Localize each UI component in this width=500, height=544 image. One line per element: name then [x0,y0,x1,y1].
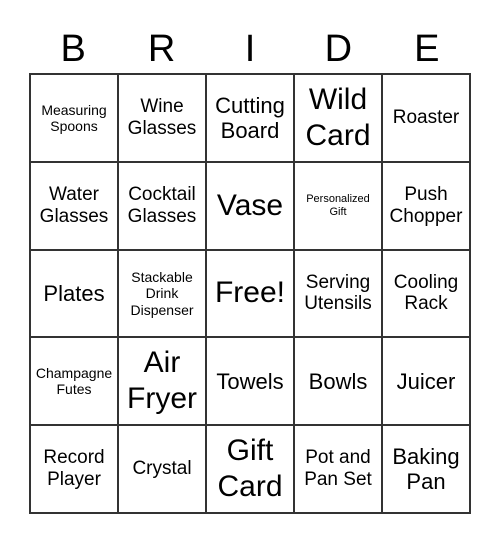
bingo-cell[interactable]: Champagne Futes [30,337,118,426]
bingo-cell[interactable]: Cocktail Glasses [118,161,206,250]
bingo-cell[interactable]: Roaster [382,74,470,162]
bingo-cell[interactable]: Bowls [294,337,382,426]
bingo-cell[interactable]: Crystal [118,425,206,513]
header-letter-i: I [244,28,256,70]
header-letter-d: D [324,28,353,70]
header-letter-e: E [414,28,440,70]
bingo-cell[interactable]: Wine Glasses [118,74,206,162]
bingo-cell[interactable]: Pot and Pan Set [294,425,382,513]
bingo-cell[interactable]: Measuring Spoons [30,74,118,162]
bingo-cell[interactable]: Push Chopper [382,161,470,250]
bingo-cell[interactable]: Serving Utensils [294,249,382,338]
bingo-cell[interactable]: Water Glasses [30,161,118,250]
bingo-cell[interactable]: Gift Card [206,425,294,513]
bingo-cell[interactable]: Personalized Gift [294,161,382,250]
bingo-cell[interactable]: Towels [206,337,294,426]
bingo-header: B R I D E [29,26,471,72]
header-letter-b: B [60,28,86,70]
bingo-cell[interactable]: Free! [206,249,294,338]
bingo-cell[interactable]: Cutting Board [206,74,294,162]
bingo-grid: Measuring Spoons Wine Glasses Cutting Boar… [29,73,471,514]
bingo-cell[interactable]: Vase [206,161,294,250]
bingo-cell[interactable]: Baking Pan [382,425,470,513]
bingo-cell[interactable]: Cooling Rack [382,249,470,338]
bingo-cell[interactable]: Stackable Drink Dispenser [118,249,206,338]
bingo-cell[interactable]: Plates [30,249,118,338]
bingo-cell[interactable]: Air Fryer [118,337,206,426]
bingo-cell[interactable]: Record Player [30,425,118,513]
bingo-cell[interactable]: Wild Card [294,74,382,162]
header-letter-r: R [147,28,176,70]
bingo-cell[interactable]: Juicer [382,337,470,426]
